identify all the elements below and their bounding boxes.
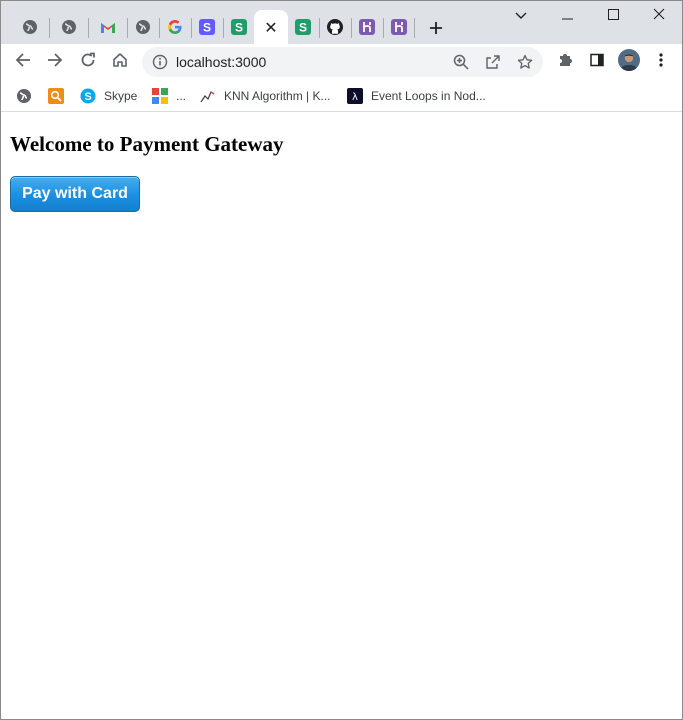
arrow-right-icon — [47, 52, 63, 73]
home-icon — [112, 52, 128, 73]
minimize-icon — [561, 7, 573, 25]
menu-button[interactable] — [647, 48, 675, 76]
home-button[interactable] — [106, 48, 134, 76]
extensions-button[interactable] — [551, 48, 579, 76]
info-icon[interactable] — [152, 54, 168, 75]
address-bar[interactable]: localhost:3000 — [142, 47, 543, 77]
more-vert-icon — [659, 52, 663, 73]
side-panel-button[interactable] — [583, 48, 611, 76]
new-tab-button[interactable] — [424, 16, 448, 40]
heroku-icon — [359, 19, 375, 35]
heroku-icon — [391, 19, 407, 35]
chevron-down-icon — [515, 7, 527, 25]
avatar — [618, 48, 640, 76]
bookmark-label: Skype — [104, 89, 138, 103]
browser-window: S S ✕ S localhost:3000 S Skype ... KNN A… — [0, 0, 683, 720]
bookmark-label: Event Loops in Nod... — [371, 89, 486, 103]
reload-icon — [80, 52, 96, 73]
side-panel-icon — [589, 52, 605, 73]
page-content: Welcome to Payment Gateway Pay with Card — [1, 112, 682, 719]
bookmark-knn[interactable]: KNN Algorithm | K... — [200, 85, 330, 107]
maximize-button[interactable] — [590, 1, 636, 31]
profile-button[interactable] — [615, 48, 643, 76]
gmail-icon — [100, 19, 116, 35]
maximize-icon — [607, 7, 619, 25]
bookmark-skype[interactable]: S Skype — [80, 85, 137, 107]
svg-text:S: S — [203, 21, 211, 35]
close-window-button[interactable] — [636, 1, 682, 31]
bookmark-google-apps[interactable]: ... — [152, 85, 186, 107]
bookmark-label: KNN Algorithm | K... — [224, 89, 331, 103]
globe-icon — [22, 19, 38, 35]
share-icon[interactable] — [481, 50, 505, 74]
stripe-purple-icon: S — [199, 19, 215, 35]
star-icon[interactable] — [513, 50, 537, 74]
globe-icon — [135, 19, 151, 35]
svg-text:λ: λ — [352, 92, 358, 103]
tab-heroku-2[interactable] — [380, 11, 418, 43]
lambda-icon: λ — [347, 88, 363, 104]
google-grid-icon — [152, 88, 168, 104]
back-button[interactable] — [9, 48, 37, 76]
tab-gmail[interactable] — [89, 11, 127, 43]
minimize-button[interactable] — [544, 1, 590, 31]
globe-icon — [61, 19, 77, 35]
bookmarks-bar: S Skype ... KNN Algorithm | K... λ Event… — [1, 80, 682, 112]
arrow-left-icon — [15, 52, 31, 73]
pay-with-card-button[interactable]: Pay with Card — [10, 176, 140, 212]
bookmark-globe[interactable] — [16, 85, 32, 107]
page-title: Welcome to Payment Gateway — [10, 132, 284, 156]
toolbar: localhost:3000 — [1, 44, 682, 80]
tab-search-button[interactable] — [498, 1, 544, 31]
zoom-icon[interactable] — [449, 50, 473, 74]
reload-button[interactable] — [74, 48, 102, 76]
tab-stripe-2[interactable]: S — [220, 11, 258, 43]
tab-globe-2[interactable] — [50, 11, 88, 43]
puzzle-icon — [557, 52, 573, 73]
url-text[interactable]: localhost:3000 — [176, 54, 266, 70]
svg-text:S: S — [84, 91, 91, 103]
tab-globe-1[interactable] — [11, 11, 49, 43]
stripe-green-icon: S — [295, 19, 311, 35]
stripe-green-icon: S — [231, 19, 247, 35]
bookmark-search[interactable] — [48, 85, 64, 107]
close-icon — [653, 7, 665, 25]
orange-search-icon — [48, 88, 64, 104]
close-icon[interactable]: ✕ — [263, 18, 279, 37]
globe-icon — [16, 88, 32, 104]
tab-active[interactable]: ✕ — [254, 10, 288, 44]
forward-button[interactable] — [41, 48, 69, 76]
google-icon — [167, 19, 183, 35]
bookmark-event-loops[interactable]: λ Event Loops in Nod... — [347, 85, 486, 107]
chart-trend-icon — [200, 88, 216, 104]
svg-text:S: S — [299, 21, 307, 35]
svg-text:S: S — [235, 21, 243, 35]
github-icon — [327, 19, 343, 35]
bookmark-label: ... — [176, 89, 187, 103]
skype-icon: S — [80, 88, 96, 104]
tab-strip: S S ✕ S — [1, 1, 682, 44]
